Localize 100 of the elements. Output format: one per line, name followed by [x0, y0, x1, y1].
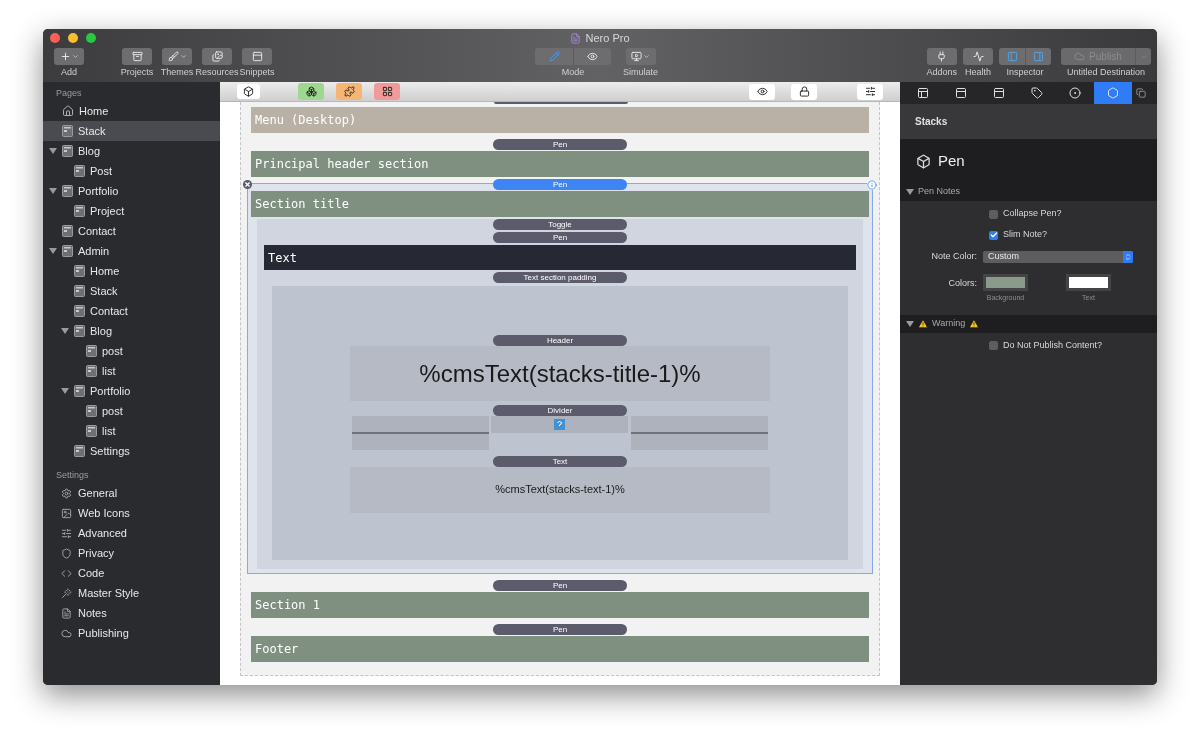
- page-icon: [62, 125, 73, 137]
- disclosure-icon[interactable]: [906, 319, 914, 328]
- page-item[interactable]: list: [43, 421, 220, 441]
- page-item[interactable]: post: [43, 341, 220, 361]
- page-item[interactable]: Post: [43, 161, 220, 181]
- page-item[interactable]: post: [43, 401, 220, 421]
- page-icon: [74, 265, 85, 277]
- checkbox[interactable]: [989, 341, 998, 350]
- text-stack[interactable]: %cmsText(stacks-text-1)%: [350, 467, 770, 513]
- preview-button[interactable]: [749, 83, 775, 100]
- checkbox-label: Do Not Publish Content?: [1003, 338, 1103, 352]
- header-stack[interactable]: %cmsText(stacks-title-1)%: [350, 346, 770, 401]
- delete-icon[interactable]: [243, 180, 252, 189]
- toolbar-button[interactable]: [54, 48, 84, 65]
- disclosure-icon[interactable]: [48, 147, 57, 155]
- stack-tool-button[interactable]: [237, 84, 260, 99]
- blocks-icon: [305, 86, 317, 97]
- stack-label[interactable]: Text: [493, 456, 627, 467]
- page-item[interactable]: list: [43, 361, 220, 381]
- preference-item[interactable]: Privacy: [43, 543, 220, 563]
- stack-label[interactable]: Pen: [493, 624, 627, 635]
- settings-item-icon: [61, 627, 72, 639]
- sliders-icon: [864, 86, 876, 97]
- tab-icon[interactable]: [1136, 88, 1146, 98]
- stack-label[interactable]: Text section padding: [493, 272, 627, 283]
- caret-icon: [179, 53, 187, 60]
- page-icon: [74, 325, 85, 337]
- stack-tool-button[interactable]: [374, 83, 400, 100]
- disclosure-icon[interactable]: [48, 247, 57, 255]
- page-item[interactable]: Stack: [43, 121, 220, 141]
- group-header[interactable]: Warning: [900, 314, 1157, 333]
- group-header[interactable]: Pen Notes: [900, 183, 1157, 201]
- toolbar-button[interactable]: [926, 48, 957, 65]
- pencil-icon: [548, 51, 560, 62]
- preference-item[interactable]: Publishing: [43, 623, 220, 643]
- stack-label[interactable]: Pen: [493, 232, 627, 243]
- settings-item-icon: [61, 547, 72, 559]
- toolbar-label: Resources: [195, 66, 239, 79]
- toolbar-button[interactable]: [202, 48, 232, 65]
- zoom-button[interactable]: [86, 33, 96, 43]
- tab-icon: [955, 87, 967, 99]
- page-item[interactable]: Portfolio: [43, 181, 220, 201]
- field-label: Colors:: [947, 277, 978, 290]
- tab-icon: [917, 87, 929, 99]
- page-item[interactable]: Settings: [43, 441, 220, 461]
- close-button[interactable]: [50, 33, 60, 43]
- checkbox[interactable]: [989, 230, 998, 240]
- checkbox[interactable]: [989, 209, 998, 219]
- toolbar-label: Snippets: [239, 66, 275, 79]
- page-item[interactable]: Home: [43, 261, 220, 281]
- page-icon: [74, 305, 85, 317]
- simulate-button[interactable]: [625, 48, 656, 65]
- page-item[interactable]: Blog: [43, 321, 220, 341]
- note-color-select[interactable]: Custom: [983, 251, 1133, 263]
- eye-icon: [756, 86, 768, 97]
- toolbar-button[interactable]: [162, 48, 192, 65]
- preference-item[interactable]: Advanced: [43, 523, 220, 543]
- checkbox-label: Collapse Pen?: [1003, 207, 1062, 221]
- page-item[interactable]: Portfolio: [43, 381, 220, 401]
- page-item[interactable]: Blog: [43, 141, 220, 161]
- page-icon: [86, 365, 97, 377]
- toolbar-button[interactable]: [122, 48, 152, 65]
- page-item[interactable]: Stack: [43, 281, 220, 301]
- toolbar-button[interactable]: [963, 48, 993, 65]
- preference-item[interactable]: Web Icons: [43, 503, 220, 523]
- stack-label[interactable]: Header: [493, 335, 627, 346]
- stack-label[interactable]: Pen: [493, 179, 627, 190]
- preference-item[interactable]: Master Style: [43, 583, 220, 603]
- page-item[interactable]: Project: [43, 201, 220, 221]
- page-icon: [62, 185, 73, 197]
- destination-label: Untitled Destination: [1066, 66, 1145, 79]
- stack-label[interactable]: Divider: [493, 405, 627, 416]
- checkbox-label: Slim Note?: [1003, 228, 1047, 242]
- text-stack-bar[interactable]: Text: [264, 245, 856, 270]
- stack-label[interactable]: Pen: [493, 580, 627, 591]
- stack-title: Pen: [938, 150, 965, 171]
- page-item[interactable]: Contact: [43, 221, 220, 241]
- preference-item[interactable]: General: [43, 483, 220, 503]
- settings-item-icon: [61, 567, 72, 579]
- settings-button[interactable]: [857, 83, 883, 100]
- preference-item[interactable]: Code: [43, 563, 220, 583]
- stack-label[interactable]: Toggle: [493, 219, 627, 230]
- page-item[interactable]: Admin: [43, 241, 220, 261]
- stack-label[interactable]: Pen: [493, 139, 627, 150]
- toolbar-icon: [59, 51, 71, 62]
- lock-button[interactable]: [791, 83, 817, 100]
- disclosure-icon[interactable]: [60, 387, 69, 395]
- disclosure-icon[interactable]: [906, 188, 914, 196]
- page-item[interactable]: Home: [43, 101, 220, 121]
- disclosure-icon[interactable]: [60, 327, 69, 335]
- field-label: Note Color:: [930, 250, 978, 264]
- page-item[interactable]: Contact: [43, 301, 220, 321]
- disclosure-icon[interactable]: [48, 187, 57, 195]
- preference-item[interactable]: Notes: [43, 603, 220, 623]
- toolbar-label: Themes: [160, 66, 194, 79]
- minimize-button[interactable]: [68, 33, 78, 43]
- lock-icon: [798, 86, 810, 97]
- stack-tool-button[interactable]: [298, 83, 324, 100]
- page-icon: [74, 445, 85, 457]
- toolbar-button[interactable]: [242, 48, 272, 65]
